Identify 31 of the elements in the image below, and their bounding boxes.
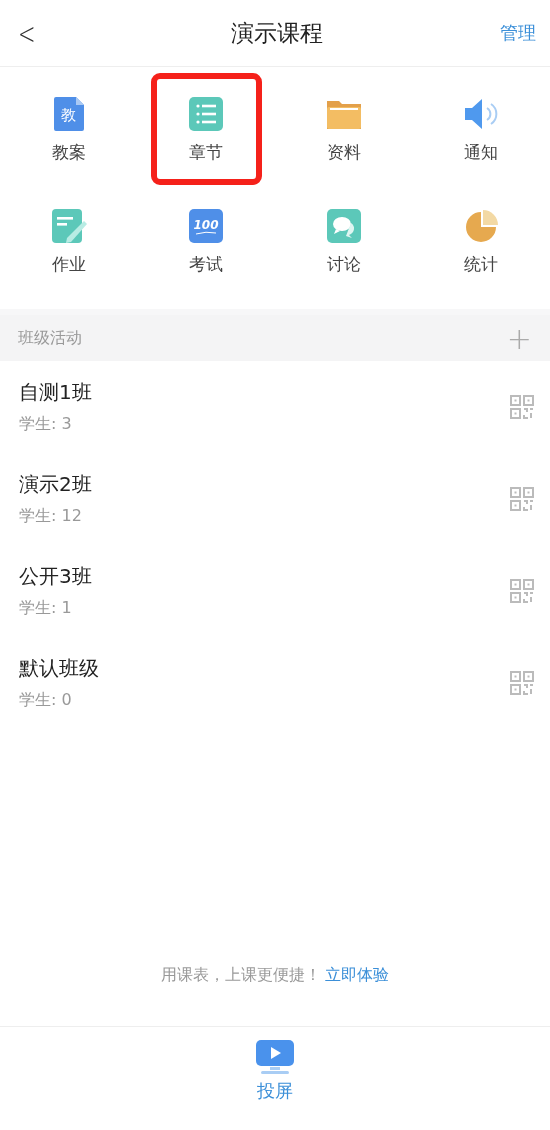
screen-cast-tab[interactable]: 投屏 — [255, 1039, 295, 1103]
class-name[interactable]: 自测1班 — [19, 379, 92, 406]
qr-code-icon[interactable] — [510, 487, 534, 511]
monitor-play-icon — [255, 1039, 295, 1075]
score-icon: 100 — [187, 206, 226, 245]
class-name[interactable]: 演示2班 — [19, 471, 92, 498]
feature-button[interactable]: 100 考试 — [150, 185, 262, 297]
class-name[interactable]: 公开3班 — [19, 563, 92, 590]
feature-button[interactable]: 作业 — [13, 185, 125, 297]
highlighted-feature-button[interactable]: 章节 — [150, 73, 262, 185]
section-title: 班级活动 — [18, 327, 82, 349]
note-pencil-icon — [49, 206, 88, 245]
promo-text: 用课表，上课更便捷！ 立即体验 — [160, 965, 390, 986]
feature-button[interactable]: 通知 — [425, 73, 537, 185]
feature-button[interactable]: 资料 — [288, 73, 400, 185]
student-count: 学生: 12 — [19, 506, 83, 527]
feature-button[interactable]: 讨论 — [288, 185, 400, 297]
student-count: 学生: 3 — [19, 414, 73, 435]
qr-code-icon[interactable] — [510, 671, 534, 695]
student-count: 学生: 1 — [19, 598, 73, 619]
student-count: 学生: 0 — [19, 690, 73, 711]
list-icon — [187, 94, 226, 133]
feature-button[interactable]: 统计 — [425, 185, 537, 297]
qr-code-icon[interactable] — [510, 579, 534, 603]
class-name[interactable]: 默认班级 — [19, 655, 99, 682]
chat-bubbles-icon — [324, 206, 363, 245]
page-title: 演示课程 — [231, 18, 323, 48]
back-button[interactable]: < — [18, 15, 60, 51]
qr-code-icon[interactable] — [510, 395, 534, 419]
try-now-link[interactable]: 立即体验 — [325, 965, 389, 984]
feature-button[interactable]: 教 教案 — [13, 73, 125, 185]
